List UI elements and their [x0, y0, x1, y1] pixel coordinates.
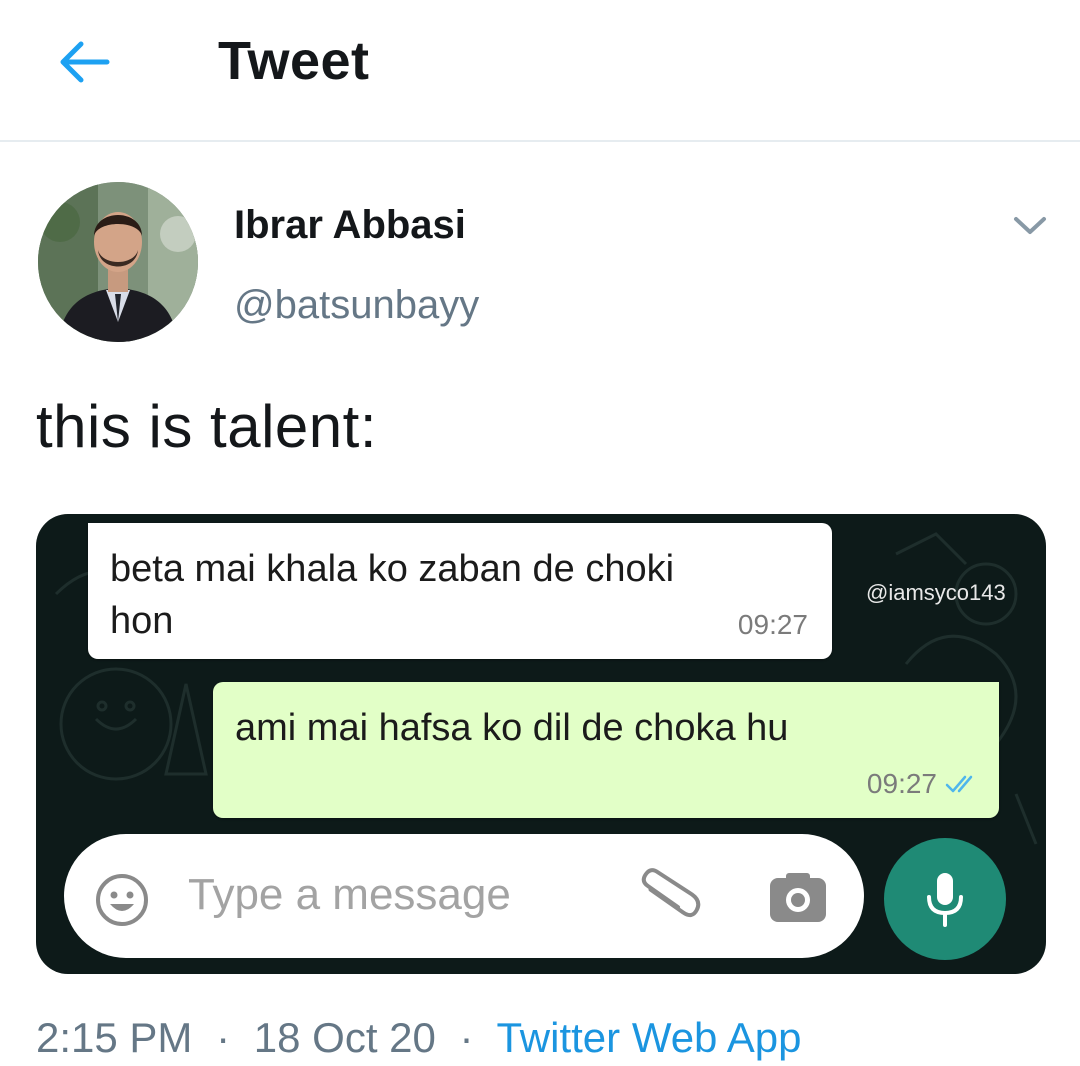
incoming-message-text: beta mai khala ko zaban de choki hon: [110, 548, 675, 642]
top-bar: Tweet: [0, 0, 1080, 142]
chevron-down-icon: [1014, 217, 1046, 234]
attach-button[interactable]: [640, 866, 704, 931]
message-input[interactable]: [188, 860, 608, 930]
author-name[interactable]: Ibrar Abbasi: [234, 203, 466, 248]
page-title: Tweet: [218, 31, 370, 91]
arrow-left-icon: [60, 41, 110, 83]
tweet-media-image[interactable]: beta mai khala ko zaban de choki hon 09:…: [36, 514, 1046, 974]
back-button[interactable]: [52, 34, 116, 90]
avatar-photo: [38, 182, 198, 342]
outgoing-message-text: ami mai hafsa ko dil de choka hu: [235, 707, 789, 749]
mic-icon: [927, 873, 963, 927]
image-watermark: @iamsyco143: [866, 580, 1006, 605]
emoji-button[interactable]: [94, 872, 150, 933]
incoming-message-time: 09:27: [737, 609, 808, 640]
paperclip-icon: [641, 868, 701, 918]
tweet-time: 2:15 PM: [36, 1014, 193, 1061]
tweet-date: 18 Oct 20: [253, 1014, 436, 1061]
double-check-icon: [945, 775, 973, 793]
meta-separator: ·: [459, 1014, 474, 1061]
emoji-icon: [96, 874, 148, 926]
author-handle[interactable]: @batsunbayy: [234, 283, 479, 328]
tweet-source-link[interactable]: Twitter Web App: [496, 1014, 801, 1061]
outgoing-message-bubble[interactable]: ami mai hafsa ko dil de choka hu 09:27: [213, 682, 999, 818]
message-composer: [64, 834, 864, 958]
tweet-text: this is talent:: [36, 393, 377, 460]
meta-separator: ·: [216, 1014, 231, 1061]
mic-button[interactable]: [884, 838, 1006, 960]
incoming-message-bubble[interactable]: beta mai khala ko zaban de choki hon 09:…: [88, 523, 832, 659]
tweet-meta: 2:15 PM · 18 Oct 20 · Twitter Web App: [36, 1014, 802, 1062]
outgoing-message-time: 09:27: [866, 768, 937, 799]
avatar[interactable]: [38, 182, 198, 342]
camera-button[interactable]: [768, 872, 828, 929]
camera-icon: [770, 873, 826, 922]
more-options-button[interactable]: [1006, 206, 1054, 246]
